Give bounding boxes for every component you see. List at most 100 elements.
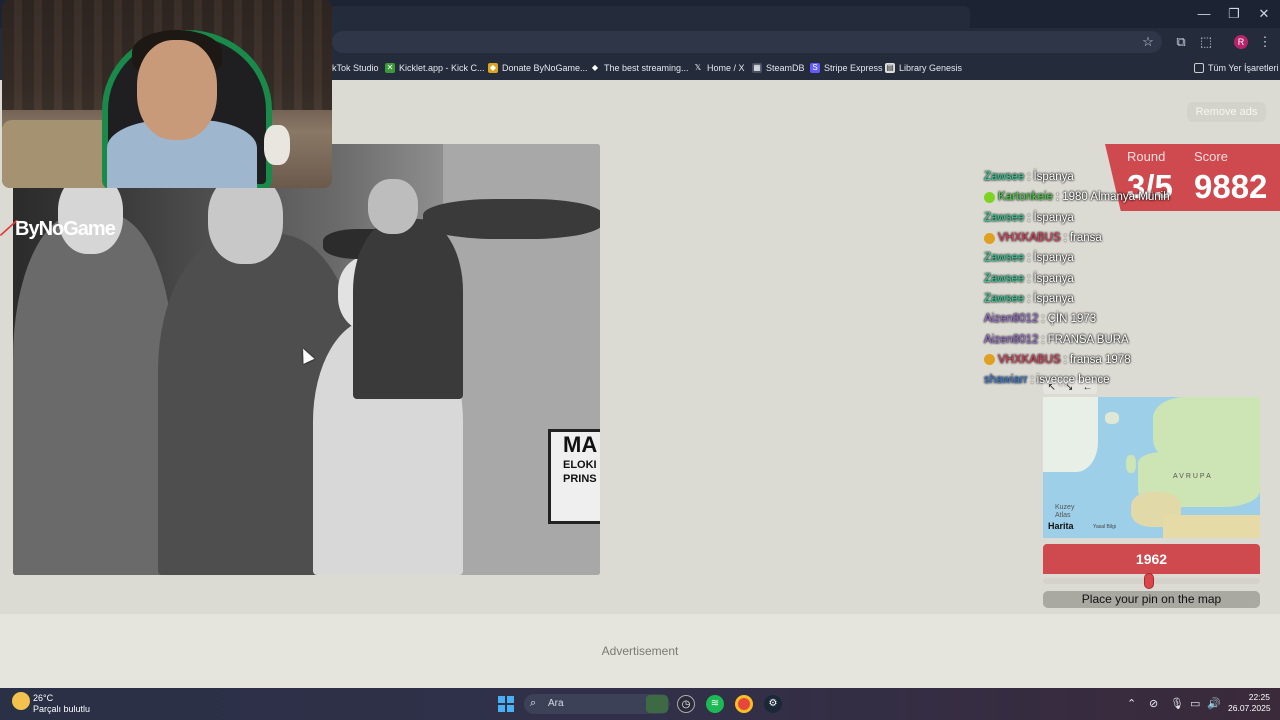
bookmark-best-streaming[interactable]: ◆ The best streaming... xyxy=(590,61,689,75)
system-clock[interactable]: 22:25 26.07.2025 xyxy=(1228,692,1271,714)
bookmark-home-x[interactable]: 𝕏 Home / X xyxy=(693,61,745,75)
chat-message: Kartonkeie:1980 Almanya Münih xyxy=(984,187,1194,207)
map-logo: Harita xyxy=(1048,521,1074,531)
arrow-left-icon[interactable]: ← xyxy=(1082,382,1092,393)
chat-username: Zawsee xyxy=(984,292,1025,305)
active-tab[interactable] xyxy=(330,6,970,28)
chat-separator: : xyxy=(1030,374,1034,387)
spotify-icon[interactable]: ≋ xyxy=(706,695,724,713)
bookmark-library-genesis[interactable]: ▤ Library Genesis xyxy=(885,61,962,75)
network-off-icon[interactable]: ⊘ xyxy=(1149,697,1158,710)
photo-person-back xyxy=(353,219,463,399)
chat-separator: : xyxy=(1063,353,1067,366)
menu-icon[interactable]: ⋮ xyxy=(1256,33,1274,51)
chat-text: 1980 Almanya Münih xyxy=(1062,191,1170,204)
map-region-label: AVRUPA xyxy=(1173,473,1213,480)
round-label: Round xyxy=(1127,149,1166,164)
all-bookmarks[interactable]: Tüm Yer İşaretleri xyxy=(1194,61,1279,75)
map-ocean-label: Kuzey xyxy=(1055,504,1075,511)
weather-description[interactable]: Parçalı bulutlu xyxy=(33,704,90,714)
chat-separator: : xyxy=(1027,252,1031,265)
clock-time: 22:25 xyxy=(1248,692,1270,702)
chat-message: Aizen8012: FRANSA BURA xyxy=(984,329,1194,349)
chat-message: Zawsee: İspanya xyxy=(984,289,1194,309)
diamond-icon: ◆ xyxy=(591,63,599,72)
chevron-up-icon[interactable]: ⌃ xyxy=(1127,697,1136,710)
chat-separator: : xyxy=(1027,171,1031,184)
weather-temperature[interactable]: 26°C xyxy=(33,693,53,703)
bookmark-donate-bynogame[interactable]: ◆ Donate ByNoGame... xyxy=(488,61,588,75)
chat-text: İspanya xyxy=(1033,272,1074,285)
chat-separator: : xyxy=(1055,191,1060,204)
steamdb-icon: ▦ xyxy=(752,63,762,73)
display-icon[interactable]: ▭ xyxy=(1190,697,1200,710)
chat-text: İspanya xyxy=(1033,292,1074,305)
map-tools[interactable]: ↖ ↘ ← xyxy=(1043,380,1097,394)
chat-separator: : xyxy=(1041,313,1045,326)
chat-message: Aizen8012: ÇİN 1973 xyxy=(984,309,1194,329)
chat-text: fransa xyxy=(1069,232,1102,245)
volume-icon[interactable]: 🔊 xyxy=(1207,697,1221,710)
bookmark-tiktok-studio[interactable]: ikTok Studio xyxy=(330,61,379,75)
bynogame-logo-icon: ⟋ xyxy=(0,218,14,240)
book-icon: ▤ xyxy=(885,63,895,73)
weather-icon[interactable] xyxy=(12,692,30,710)
photo-hedge xyxy=(423,199,600,239)
chat-separator: : xyxy=(1027,211,1031,224)
steam-icon[interactable]: ⚙ xyxy=(764,695,782,713)
chrome-icon[interactable] xyxy=(735,695,753,713)
chat-separator: : xyxy=(1027,272,1031,285)
chat-message: VHXKABUS: fransa 1978 xyxy=(984,350,1194,370)
chat-message: Zawsee: İspanya xyxy=(984,167,1194,187)
chat-text: İspanya xyxy=(1033,252,1074,265)
year-display: 1962 xyxy=(1043,544,1260,574)
webcam-overlay xyxy=(2,0,332,188)
chat-username: Zawsee xyxy=(984,211,1025,224)
chat-username: Zawsee xyxy=(984,272,1025,285)
chat-username: Aizen8012 xyxy=(984,333,1039,346)
chat-username: shawiarr xyxy=(984,374,1028,387)
clock-date: 26.07.2025 xyxy=(1228,703,1271,713)
x-icon: 𝕏 xyxy=(694,63,702,72)
photo-person-left xyxy=(13,214,173,575)
guess-map[interactable]: AVRUPA Kuzey Atlas Harita Yasal Bilgi xyxy=(1043,397,1260,538)
search-icon: ⌕ xyxy=(530,697,537,709)
map-africa xyxy=(1163,515,1260,538)
search-highlight-icon[interactable] xyxy=(646,695,668,713)
map-legal-link[interactable]: Yasal Bilgi xyxy=(1093,524,1116,530)
folder-icon xyxy=(1194,63,1204,73)
chat-username: Aizen8012 xyxy=(984,313,1039,326)
score-label: Score xyxy=(1194,149,1228,164)
chat-text: ÇİN 1973 xyxy=(1047,313,1097,326)
chat-username: Zawsee xyxy=(984,252,1025,265)
address-bar[interactable] xyxy=(332,31,1162,53)
arrow-up-left-icon[interactable]: ↖ xyxy=(1048,382,1056,393)
bookmark-steamdb[interactable]: ▦ SteamDB xyxy=(752,61,805,75)
arrow-down-right-icon[interactable]: ↘ xyxy=(1065,382,1073,393)
restore-icon[interactable]: ❐ xyxy=(1218,4,1250,24)
bookmark-kicklet[interactable]: ✕ Kicklet.app - Kick C... xyxy=(385,61,485,75)
chat-badge-icon xyxy=(984,354,995,366)
star-icon[interactable]: ☆ xyxy=(1139,33,1157,51)
kicklet-icon: ✕ xyxy=(385,63,395,73)
score-value: 9882 xyxy=(1194,168,1268,205)
chat-message: Zawsee: İspanya xyxy=(984,268,1194,288)
map-greenland xyxy=(1043,397,1098,472)
bookmark-stripe-express[interactable]: S Stripe Express xyxy=(810,61,883,75)
profile-avatar[interactable]: R xyxy=(1234,35,1248,49)
extensions-icon[interactable]: ⬚ xyxy=(1197,33,1215,51)
remove-ads-button[interactable]: Remove ads xyxy=(1187,102,1266,122)
recorder-icon[interactable]: ◷ xyxy=(677,695,695,713)
start-icon[interactable] xyxy=(498,696,514,712)
chat-username: Zawsee xyxy=(984,171,1025,184)
place-pin-button[interactable]: Place your pin on the map xyxy=(1043,591,1260,608)
advertisement-label: Advertisement xyxy=(601,644,679,658)
minimize-icon[interactable]: — xyxy=(1188,4,1220,24)
translate-icon[interactable]: ⧉ xyxy=(1172,33,1190,51)
chat-message: Zawsee: İspanya xyxy=(984,248,1194,268)
year-slider-thumb[interactable] xyxy=(1144,573,1155,589)
bynogame-icon: ◆ xyxy=(488,63,498,73)
microphone-icon[interactable]: 🎙 xyxy=(1170,697,1184,710)
close-icon[interactable]: ✕ xyxy=(1248,4,1280,24)
chat-separator: : xyxy=(1041,333,1045,346)
